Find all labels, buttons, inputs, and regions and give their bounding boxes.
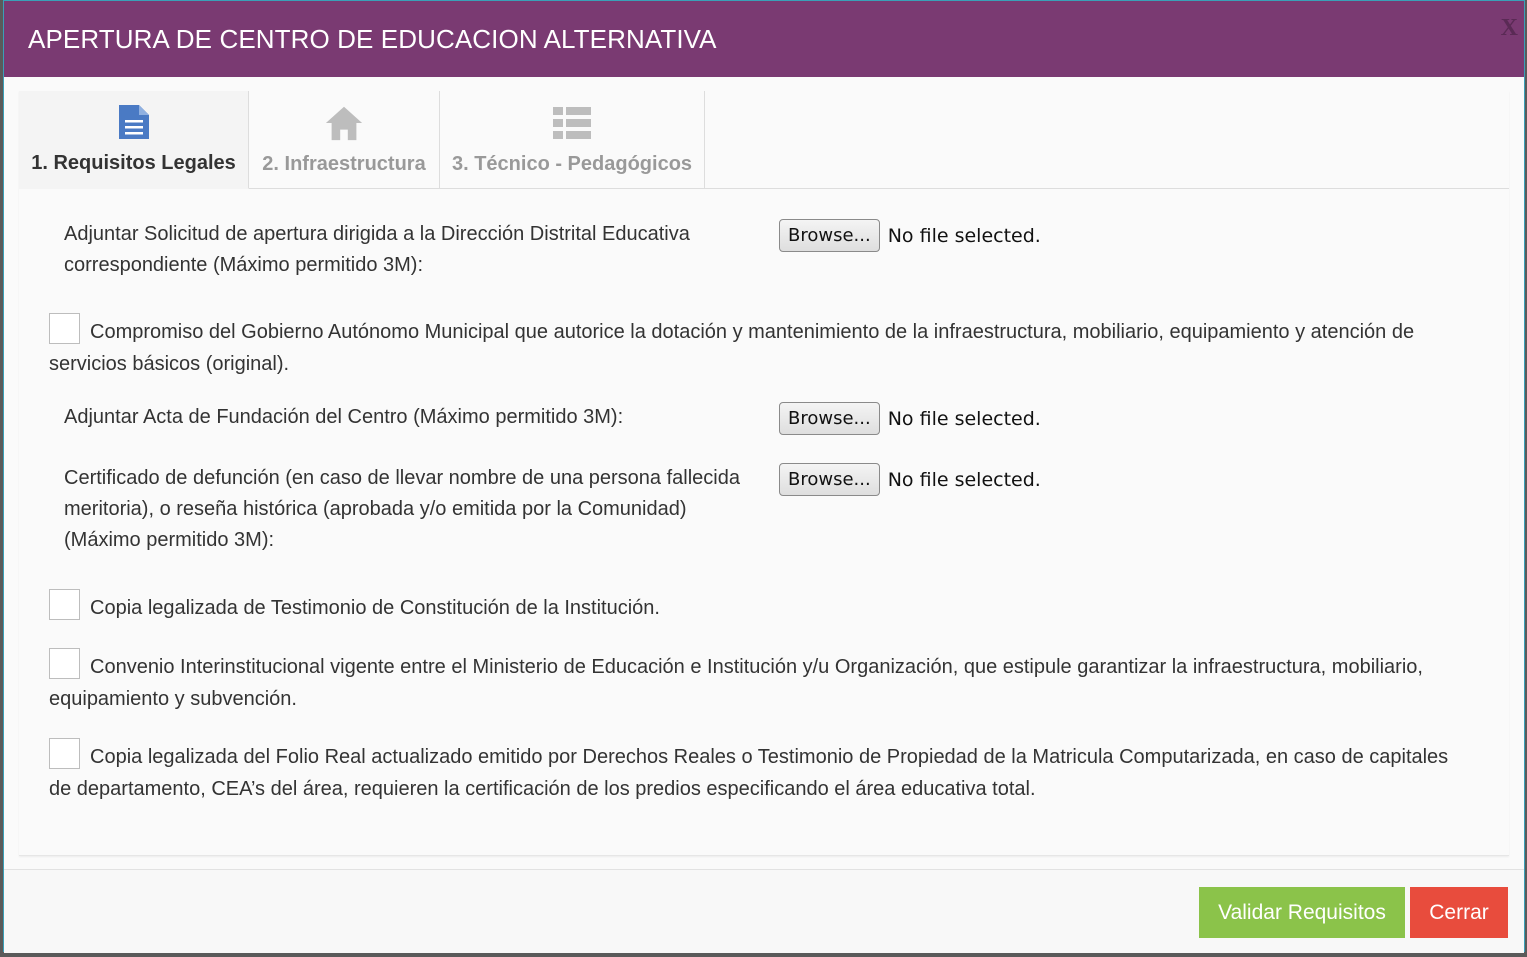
requirement-label: Copia legalizada de Testimonio de Consti… <box>90 597 660 619</box>
requirement-label: Compromiso del Gobierno Autónomo Municip… <box>49 321 1415 376</box>
requirement-label: Adjuntar Acta de Fundación del Centro (M… <box>64 406 624 428</box>
tab-label: 3. Técnico - Pedagógicos <box>451 153 693 175</box>
list-icon <box>552 103 592 143</box>
tab-requisitos-legales[interactable]: 1. Requisitos Legales <box>19 91 249 189</box>
file-status: No file selected. <box>887 407 1041 430</box>
requirement-certificado: Certificado de defunción (en caso de lle… <box>64 463 744 556</box>
requirement-solicitud: Adjuntar Solicitud de apertura dirigida … <box>64 219 744 281</box>
home-icon <box>324 103 364 143</box>
tab-bar: 1. Requisitos Legales 2. Infraestructura <box>19 91 1509 189</box>
file-status: No file selected. <box>887 224 1041 247</box>
browse-button[interactable]: Browse... <box>779 219 880 252</box>
modal-dialog: APERTURA DE CENTRO DE EDUCACION ALTERNAT… <box>3 0 1525 953</box>
requirement-acta: Adjuntar Acta de Fundación del Centro (M… <box>64 402 744 433</box>
browse-button[interactable]: Browse... <box>779 402 880 435</box>
compromiso-checkbox[interactable] <box>49 313 80 345</box>
requirement-label: Convenio Interinstitucional vigente entr… <box>49 656 1423 711</box>
folio-real-checkbox[interactable] <box>49 738 80 770</box>
convenio-checkbox[interactable] <box>49 648 80 680</box>
file-upload-acta: Browse... No file selected. <box>779 402 1041 435</box>
tab-infraestructura[interactable]: 2. Infraestructura <box>249 91 440 189</box>
file-upload-certificado: Browse... No file selected. <box>779 463 1041 496</box>
requirement-label: Copia legalizada del Folio Real actualiz… <box>49 746 1449 801</box>
tab-label: 1. Requisitos Legales <box>31 152 236 174</box>
file-status: No file selected. <box>887 468 1041 491</box>
file-upload-solicitud: Browse... No file selected. <box>779 219 1041 252</box>
requirement-compromiso: Compromiso del Gobierno Autónomo Municip… <box>49 313 1469 380</box>
modal-footer: Validar Requisitos Cerrar <box>4 869 1524 953</box>
close-button[interactable]: Cerrar <box>1410 887 1508 938</box>
validate-button[interactable]: Validar Requisitos <box>1199 887 1405 938</box>
browse-button[interactable]: Browse... <box>779 463 880 496</box>
close-icon[interactable]: X <box>1501 15 1518 42</box>
modal-header: APERTURA DE CENTRO DE EDUCACION ALTERNAT… <box>4 1 1524 77</box>
tab-panel: 1. Requisitos Legales 2. Infraestructura <box>19 91 1509 856</box>
requirement-testimonio: Copia legalizada de Testimonio de Consti… <box>49 589 1469 624</box>
document-icon <box>114 102 154 142</box>
testimonio-checkbox[interactable] <box>49 589 80 621</box>
tab-tecnico-pedagogicos[interactable]: 3. Técnico - Pedagógicos <box>440 91 705 189</box>
requirement-folio-real: Copia legalizada del Folio Real actualiz… <box>49 738 1469 805</box>
requirement-label: Certificado de defunción (en caso de lle… <box>64 467 740 551</box>
requirement-label: Adjuntar Solicitud de apertura dirigida … <box>64 223 690 276</box>
modal-title: APERTURA DE CENTRO DE EDUCACION ALTERNAT… <box>28 23 717 54</box>
tab-label: 2. Infraestructura <box>262 153 426 175</box>
requirement-convenio: Convenio Interinstitucional vigente entr… <box>49 648 1469 715</box>
